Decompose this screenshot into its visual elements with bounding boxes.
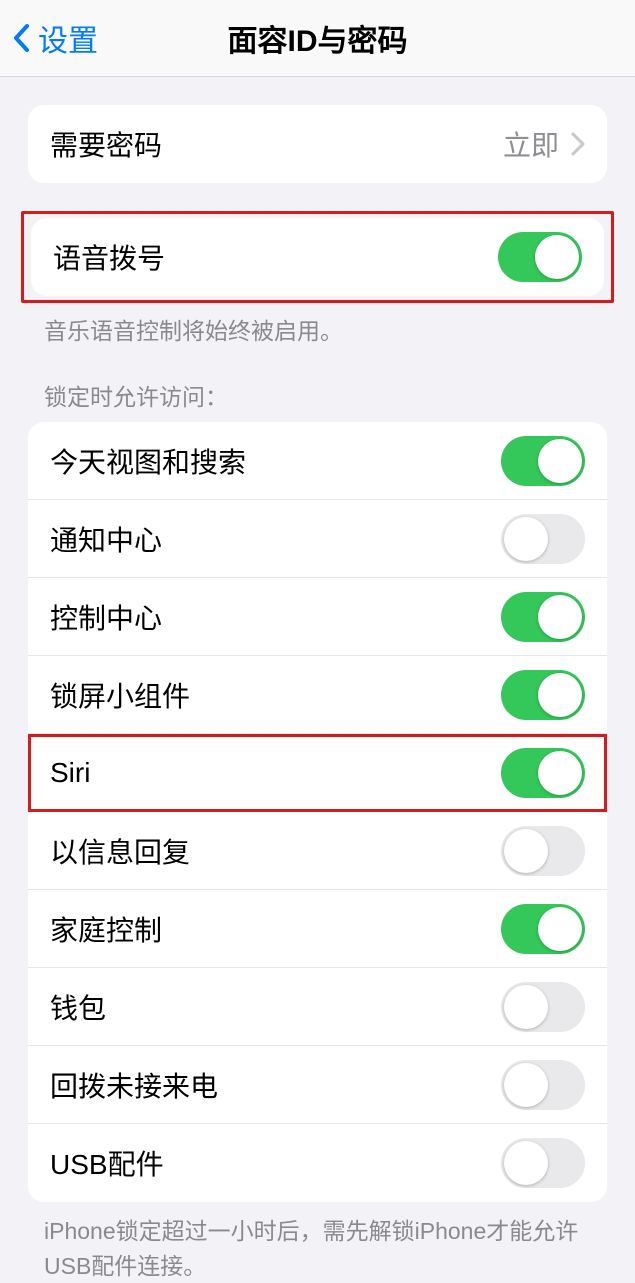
toggle-knob — [504, 517, 548, 561]
toggle-switch[interactable] — [501, 748, 585, 798]
list-item-label: 通知中心 — [50, 519, 162, 559]
list-item: 通知中心 — [28, 500, 607, 578]
toggle-switch[interactable] — [501, 670, 585, 720]
toggle-knob — [538, 751, 582, 795]
list-item-label: 锁屏小组件 — [50, 675, 190, 715]
voice-dial-footer: 音乐语音控制将始终被启用。 — [44, 315, 591, 348]
toggle-knob — [504, 985, 548, 1029]
toggle-knob — [538, 595, 582, 639]
require-passcode-row[interactable]: 需要密码 立即 — [28, 105, 607, 183]
list-item: 钱包 — [28, 968, 607, 1046]
toggle-switch[interactable] — [501, 1138, 585, 1188]
lock-access-group: 今天视图和搜索通知中心控制中心锁屏小组件 Siri 以信息回复家庭控制钱包回拨未接来… — [28, 422, 607, 1202]
toggle-switch[interactable] — [501, 904, 585, 954]
list-item-label: 以信息回复 — [50, 831, 190, 871]
voice-dial-label: 语音拨号 — [53, 237, 165, 277]
chevron-right-icon — [571, 132, 585, 156]
toggle-knob — [504, 829, 548, 873]
passcode-group: 需要密码 立即 — [28, 105, 607, 183]
toggle-knob — [538, 439, 582, 483]
list-item: 控制中心 — [28, 578, 607, 656]
toggle-knob — [535, 235, 579, 279]
chevron-left-icon — [12, 23, 32, 53]
list-item-label: 回拨未接来电 — [50, 1065, 218, 1105]
toggle-switch[interactable] — [501, 436, 585, 486]
list-item: Siri — [28, 734, 607, 812]
toggle-knob — [504, 1063, 548, 1107]
navigation-bar: 设置 面容ID与密码 — [0, 0, 635, 77]
back-label: 设置 — [38, 16, 98, 60]
list-item: 锁屏小组件 — [28, 656, 607, 734]
back-button[interactable]: 设置 — [12, 16, 98, 60]
list-item-label: 控制中心 — [50, 597, 162, 637]
toggle-switch[interactable] — [501, 982, 585, 1032]
toggle-switch[interactable] — [501, 826, 585, 876]
list-item-label: Siri — [50, 757, 90, 789]
voice-dial-toggle[interactable] — [498, 232, 582, 282]
list-item: 以信息回复 — [28, 812, 607, 890]
voice-dial-group: 语音拨号 — [31, 218, 604, 296]
toggle-switch[interactable] — [501, 514, 585, 564]
lock-access-header: 锁定时允许访问： — [44, 378, 591, 412]
list-item-label: 家庭控制 — [50, 909, 162, 949]
toggle-switch[interactable] — [501, 1060, 585, 1110]
require-passcode-value: 立即 — [503, 124, 559, 164]
require-passcode-label: 需要密码 — [50, 124, 162, 164]
list-item: 家庭控制 — [28, 890, 607, 968]
list-item: USB配件 — [28, 1124, 607, 1202]
toggle-knob — [504, 1141, 548, 1185]
toggle-knob — [538, 673, 582, 717]
voice-dial-row: 语音拨号 — [31, 218, 604, 296]
list-item: 今天视图和搜索 — [28, 422, 607, 500]
toggle-switch[interactable] — [501, 592, 585, 642]
lock-access-footer: iPhone锁定超过一小时后，需先解锁iPhone才能允许USB配件连接。 — [44, 1214, 591, 1283]
list-item-label: USB配件 — [50, 1143, 164, 1183]
toggle-knob — [538, 907, 582, 951]
voice-dial-highlight: 语音拨号 — [21, 211, 614, 303]
list-item: 回拨未接来电 — [28, 1046, 607, 1124]
list-item-label: 今天视图和搜索 — [50, 441, 246, 481]
list-item-label: 钱包 — [50, 987, 106, 1027]
